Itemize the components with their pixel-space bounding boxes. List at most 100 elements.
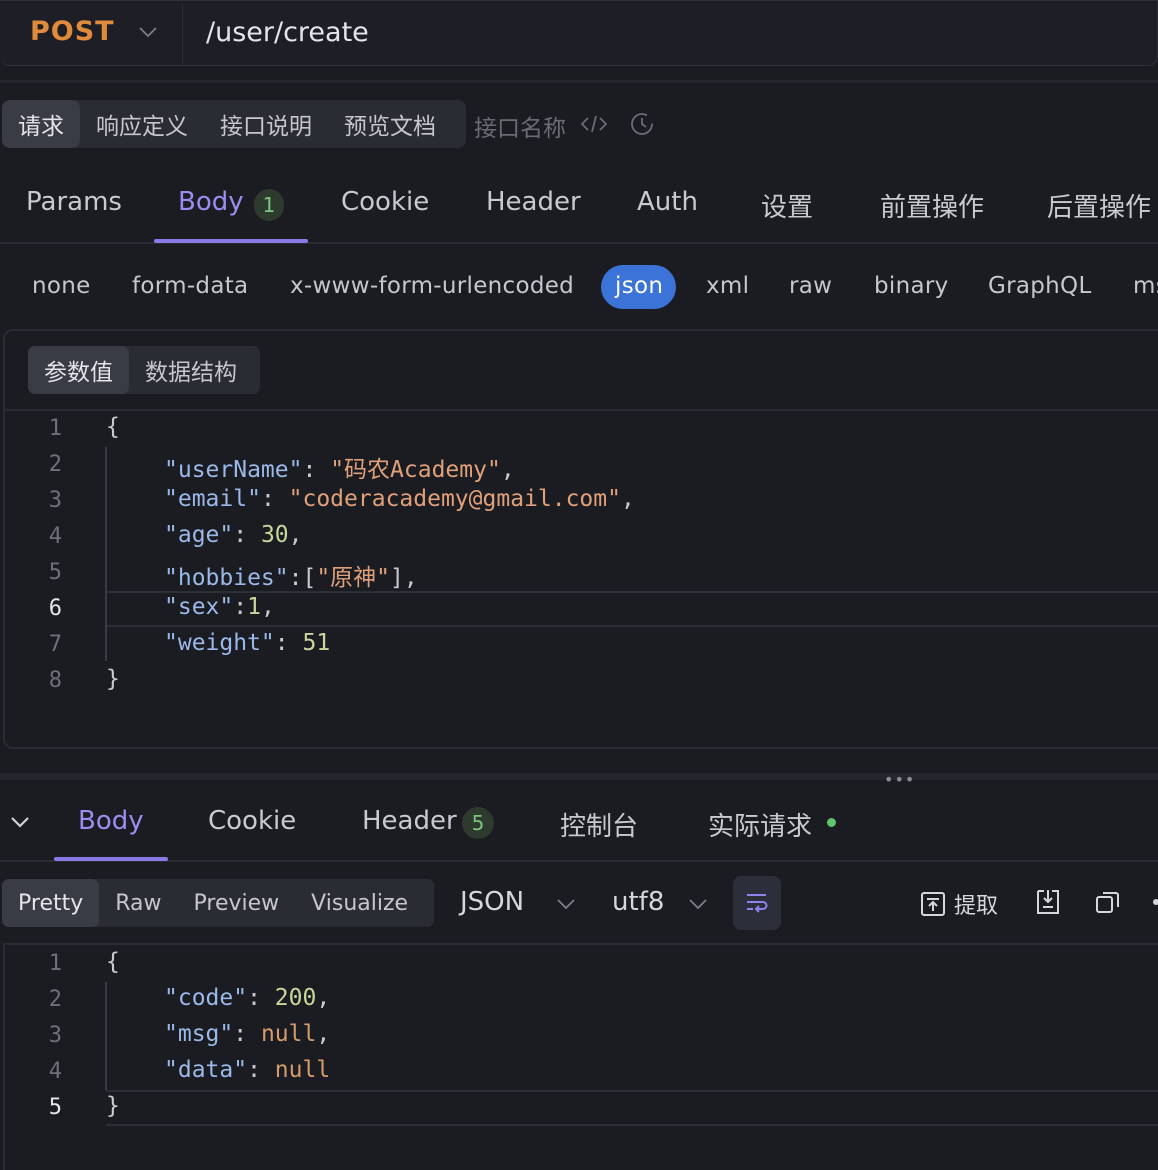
editor-divider — [3, 943, 1158, 945]
code-line[interactable]: "email": "coderacademy@gmail.com", — [164, 486, 635, 512]
panel-splitter[interactable] — [0, 773, 1158, 780]
indent-guide — [105, 982, 107, 1090]
view-tab-raw[interactable]: Raw — [99, 879, 177, 927]
body-type-form-data[interactable]: form-data — [132, 273, 248, 299]
json-key: "hobbies" — [164, 565, 289, 591]
body-type-msgpack[interactable]: ms — [1133, 273, 1158, 299]
copy-icon[interactable] — [1094, 888, 1122, 916]
tab-settings[interactable]: 设置 — [761, 187, 813, 224]
view-tab-visualize[interactable]: Visualize — [295, 879, 424, 927]
line-number: 3 — [48, 488, 62, 513]
json-number: 200 — [274, 985, 317, 1011]
encoding-select[interactable]: utf8 — [612, 887, 664, 917]
json-key: "email" — [164, 486, 261, 512]
json-string: "原神" — [316, 565, 391, 591]
separator — [0, 80, 1158, 83]
active-tab-indicator — [54, 857, 168, 861]
line-number: 2 — [48, 987, 62, 1012]
view-tabs: Pretty Raw Preview Visualize — [2, 879, 434, 927]
chevron-down-icon[interactable] — [686, 892, 710, 916]
code-line[interactable]: "sex":1, — [164, 594, 275, 620]
tab-pre-operations[interactable]: 前置操作 — [880, 187, 984, 224]
tab-params[interactable]: Params — [26, 187, 122, 217]
tab-header[interactable]: Header — [486, 187, 581, 217]
json-key: "msg" — [164, 1021, 234, 1047]
line-number: 3 — [48, 1023, 62, 1048]
url-divider — [182, 4, 183, 64]
code-line[interactable]: "weight": 51 — [164, 630, 330, 656]
tab-body[interactable]: Body — [178, 187, 244, 217]
code-line[interactable]: "userName": "码农Academy", — [164, 450, 515, 484]
code-line[interactable]: { — [106, 414, 120, 440]
tab-cookie[interactable]: Cookie — [341, 187, 429, 217]
chevron-down-icon[interactable] — [554, 892, 578, 916]
extract-button[interactable]: 提取 — [920, 888, 998, 920]
line-number: 4 — [48, 524, 62, 549]
indent-guide — [105, 447, 107, 661]
json-key: "age" — [164, 522, 234, 548]
subtab-values[interactable]: 参数值 — [28, 346, 129, 394]
response-tab-body[interactable]: Body — [78, 806, 144, 836]
code-line[interactable]: "msg": null, — [164, 1021, 330, 1047]
line-number: 6 — [48, 596, 62, 621]
tabs-divider — [0, 860, 1158, 862]
tab-post-operations[interactable]: 后置操作 — [1047, 187, 1158, 224]
json-null: null — [274, 1057, 331, 1083]
response-tab-console[interactable]: 控制台 — [560, 806, 638, 843]
editor-divider — [3, 409, 1158, 411]
body-type-urlencoded[interactable]: x-www-form-urlencoded — [290, 273, 574, 299]
tab-response-definition[interactable]: 响应定义 — [80, 100, 204, 148]
code-icon[interactable] — [580, 112, 608, 136]
word-wrap-button[interactable] — [733, 876, 781, 930]
response-tab-cookie[interactable]: Cookie — [208, 806, 296, 836]
json-number: 30 — [260, 522, 289, 548]
tab-request[interactable]: 请求 — [2, 100, 80, 148]
code-line[interactable]: { — [106, 949, 120, 975]
drag-handle-icon[interactable]: ••• — [884, 770, 915, 789]
line-number: 8 — [48, 668, 62, 693]
body-type-graphql[interactable]: GraphQL — [988, 273, 1092, 299]
code-line[interactable]: } — [106, 666, 120, 692]
json-number: 1 — [247, 594, 261, 620]
save-icon[interactable] — [1034, 888, 1062, 916]
line-number: 7 — [48, 632, 62, 657]
response-tab-actual-request[interactable]: 实际请求 — [708, 806, 812, 843]
body-type-none[interactable]: none — [32, 273, 91, 299]
status-dot — [827, 818, 836, 827]
format-select[interactable]: JSON — [460, 887, 524, 917]
tab-auth[interactable]: Auth — [637, 187, 698, 217]
body-type-binary[interactable]: binary — [874, 273, 949, 299]
chevron-down-icon[interactable] — [136, 20, 160, 44]
json-brace: { — [106, 949, 120, 975]
code-line[interactable]: "hobbies":["原神"], — [164, 558, 418, 592]
json-key: "sex" — [164, 594, 234, 620]
chevron-down-icon[interactable] — [8, 810, 32, 834]
subtab-schema[interactable]: 数据结构 — [129, 346, 253, 394]
view-tab-preview[interactable]: Preview — [178, 879, 296, 927]
more-icon[interactable] — [1150, 890, 1158, 914]
history-icon[interactable] — [628, 110, 656, 138]
code-line[interactable]: "data": null — [164, 1057, 330, 1083]
body-count-badge: 1 — [254, 189, 284, 221]
body-type-xml[interactable]: xml — [706, 273, 749, 299]
json-string: "coderacademy@gmail.com" — [288, 486, 621, 512]
body-type-json[interactable]: json — [615, 273, 663, 299]
url-input[interactable]: /user/create — [206, 17, 369, 48]
tab-api-description[interactable]: 接口说明 — [204, 100, 328, 148]
tab-preview-docs[interactable]: 预览文档 — [328, 100, 452, 148]
api-name-input[interactable]: 接口名称 — [474, 109, 566, 143]
line-number: 5 — [48, 560, 62, 585]
extract-icon — [921, 892, 945, 916]
line-number: 5 — [48, 1095, 62, 1120]
json-string: "码农Academy" — [330, 457, 501, 483]
current-line-highlight — [106, 1090, 1158, 1126]
body-type-raw[interactable]: raw — [789, 273, 832, 299]
code-line[interactable]: "code": 200, — [164, 985, 330, 1011]
response-tab-header[interactable]: Header — [362, 806, 457, 836]
method-select[interactable]: POST — [30, 16, 115, 47]
mode-tabs: 请求 响应定义 接口说明 预览文档 — [2, 100, 466, 148]
code-line[interactable]: } — [106, 1093, 120, 1119]
view-tab-pretty[interactable]: Pretty — [2, 879, 100, 927]
json-key: "data" — [164, 1057, 248, 1083]
code-line[interactable]: "age": 30, — [164, 522, 303, 548]
